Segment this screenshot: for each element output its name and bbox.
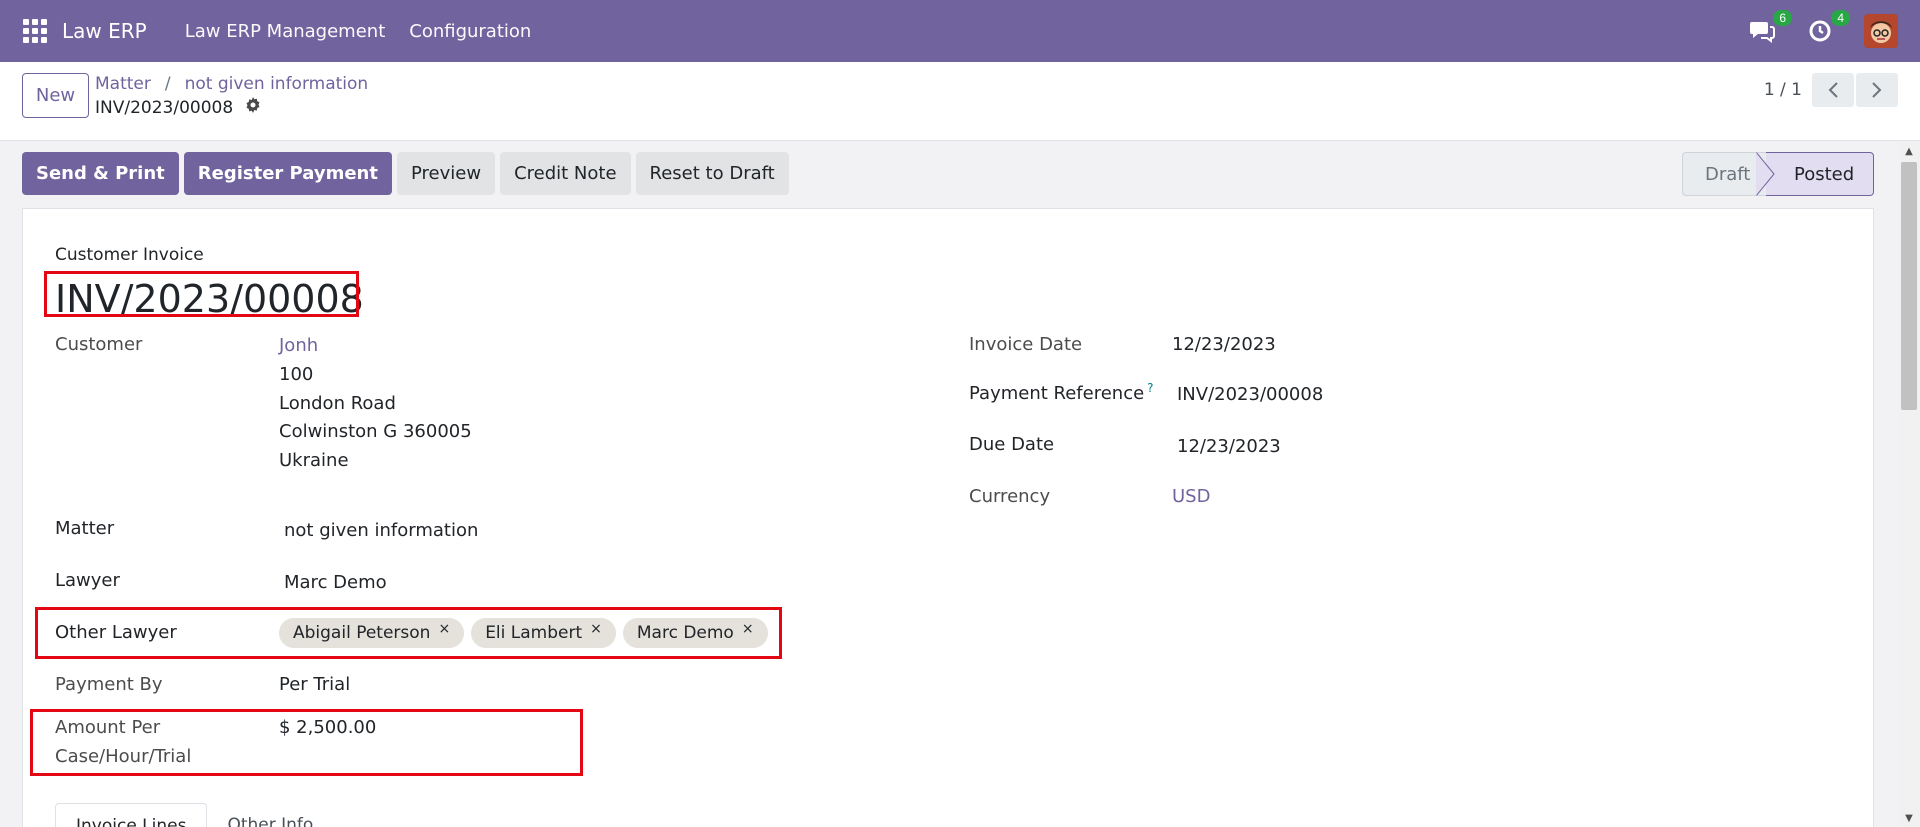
tag-label: Marc Demo (636, 623, 734, 643)
control-panel: New Matter / not given information INV/2… (0, 62, 1920, 141)
highlight-box-title (44, 271, 359, 317)
breadcrumb: Matter / not given information (95, 74, 368, 94)
messages-icon[interactable]: 6 (1748, 10, 1792, 45)
scrollbar-thumb[interactable] (1901, 162, 1917, 410)
stage-draft[interactable]: Draft (1682, 152, 1766, 196)
invoice-date-label: Invoice Date (969, 334, 1083, 355)
app-brand[interactable]: Law ERP (62, 19, 147, 43)
payment-reference-field[interactable]: INV/2023/00008 (1177, 384, 1323, 405)
lawyer-tag: Abigail Peterson × (279, 618, 465, 648)
due-date-field[interactable]: 12/23/2023 (1177, 436, 1281, 457)
matter-field[interactable]: not given information (284, 520, 478, 541)
chevron-left-icon (1828, 82, 1838, 98)
menu-configuration[interactable]: Configuration (397, 0, 543, 62)
lawyer-tag: Eli Lambert × (471, 618, 616, 648)
tag-remove-icon[interactable]: × (742, 622, 754, 636)
chevron-right-icon (1872, 82, 1882, 98)
due-date-label: Due Date (969, 434, 1055, 455)
current-record: INV/2023/00008 (95, 97, 261, 118)
address-line: London Road (279, 392, 396, 414)
lawyer-field[interactable]: Marc Demo (284, 572, 387, 593)
address-line: 100 (279, 364, 314, 385)
payment-by-field[interactable]: Per Trial (279, 674, 350, 695)
scroll-down-arrow-icon[interactable]: ▼ (1898, 809, 1920, 827)
amount-field[interactable]: $ 2,500.00 (279, 717, 376, 738)
messages-badge: 6 (1773, 10, 1792, 26)
lawyer-tag: Marc Demo × (622, 618, 768, 648)
matter-label: Matter (55, 518, 115, 539)
scroll-up-arrow-icon[interactable]: ▲ (1898, 142, 1920, 160)
tag-remove-icon[interactable]: × (438, 622, 450, 636)
form-content: Send & Print Register Payment Preview Cr… (0, 142, 1898, 827)
invoice-sheet: Customer Invoice INV/2023/00008 Customer… (22, 208, 1874, 827)
stage-posted-label: Posted (1794, 163, 1855, 185)
breadcrumb-separator: / (164, 74, 171, 94)
notebook-tabs: Invoice Lines Other Info (55, 803, 333, 827)
payment-reference-label-text: Payment Reference (969, 383, 1145, 404)
breadcrumb-matter[interactable]: Matter (95, 74, 151, 94)
credit-note-button[interactable]: Credit Note (500, 152, 631, 195)
address-line: Ukraine (279, 449, 349, 471)
new-button[interactable]: New (22, 73, 89, 118)
other-lawyer-tags: Abigail Peterson × Eli Lambert × Marc De… (279, 618, 768, 648)
customer-label: Customer (55, 334, 143, 355)
user-avatar[interactable] (1864, 14, 1898, 48)
activities-badge: 4 (1831, 10, 1850, 26)
lawyer-label: Lawyer (55, 570, 120, 591)
address-line: Colwinston G 360005 (279, 421, 472, 442)
invoice-type-label: Customer Invoice (55, 245, 204, 265)
activities-clock-icon[interactable]: 4 (1806, 10, 1850, 45)
tab-invoice-lines[interactable]: Invoice Lines (55, 803, 208, 827)
customer-address: 100 London Road Colwinston G 360005 Ukra… (279, 361, 472, 475)
currency-field[interactable]: USD (1172, 486, 1210, 507)
pager-next-button[interactable] (1856, 73, 1898, 107)
tag-label: Abigail Peterson (293, 623, 431, 643)
tab-other-info[interactable]: Other Info (207, 803, 333, 827)
pager-previous-button[interactable] (1812, 73, 1854, 107)
pager-value: 1 / 1 (1763, 80, 1802, 100)
record-name: INV/2023/00008 (95, 97, 234, 118)
gear-icon[interactable] (245, 97, 261, 118)
help-tooltip-icon[interactable]: ? (1147, 381, 1153, 395)
send-print-button[interactable]: Send & Print (22, 152, 179, 195)
invoice-date-field[interactable]: 12/23/2023 (1172, 334, 1276, 355)
amount-label-line1: Amount Per (55, 717, 161, 738)
action-buttons: Send & Print Register Payment Preview Cr… (22, 152, 789, 195)
apps-menu-icon[interactable] (0, 0, 70, 62)
customer-link[interactable]: Jonh (279, 335, 318, 356)
status-stages: Draft Posted (1682, 152, 1874, 196)
payment-reference-label: Payment Reference? (969, 381, 1154, 404)
preview-button[interactable]: Preview (396, 152, 496, 195)
other-lawyer-label: Other Lawyer (55, 622, 177, 643)
tag-remove-icon[interactable]: × (590, 622, 602, 636)
menu-law-erp-management[interactable]: Law ERP Management (173, 0, 398, 62)
currency-label: Currency (969, 486, 1051, 507)
payment-by-label: Payment By (55, 674, 163, 695)
top-navbar: Law ERP Law ERP Management Configuration… (0, 0, 1920, 62)
amount-label-line2: Case/Hour/Trial (55, 746, 192, 767)
reset-to-draft-button[interactable]: Reset to Draft (635, 152, 789, 195)
register-payment-button[interactable]: Register Payment (183, 152, 392, 195)
breadcrumb-matter-record[interactable]: not given information (185, 74, 369, 94)
tag-label: Eli Lambert (485, 623, 583, 643)
stage-posted[interactable]: Posted (1756, 152, 1874, 196)
vertical-scrollbar[interactable]: ▲ ▼ (1898, 142, 1920, 827)
